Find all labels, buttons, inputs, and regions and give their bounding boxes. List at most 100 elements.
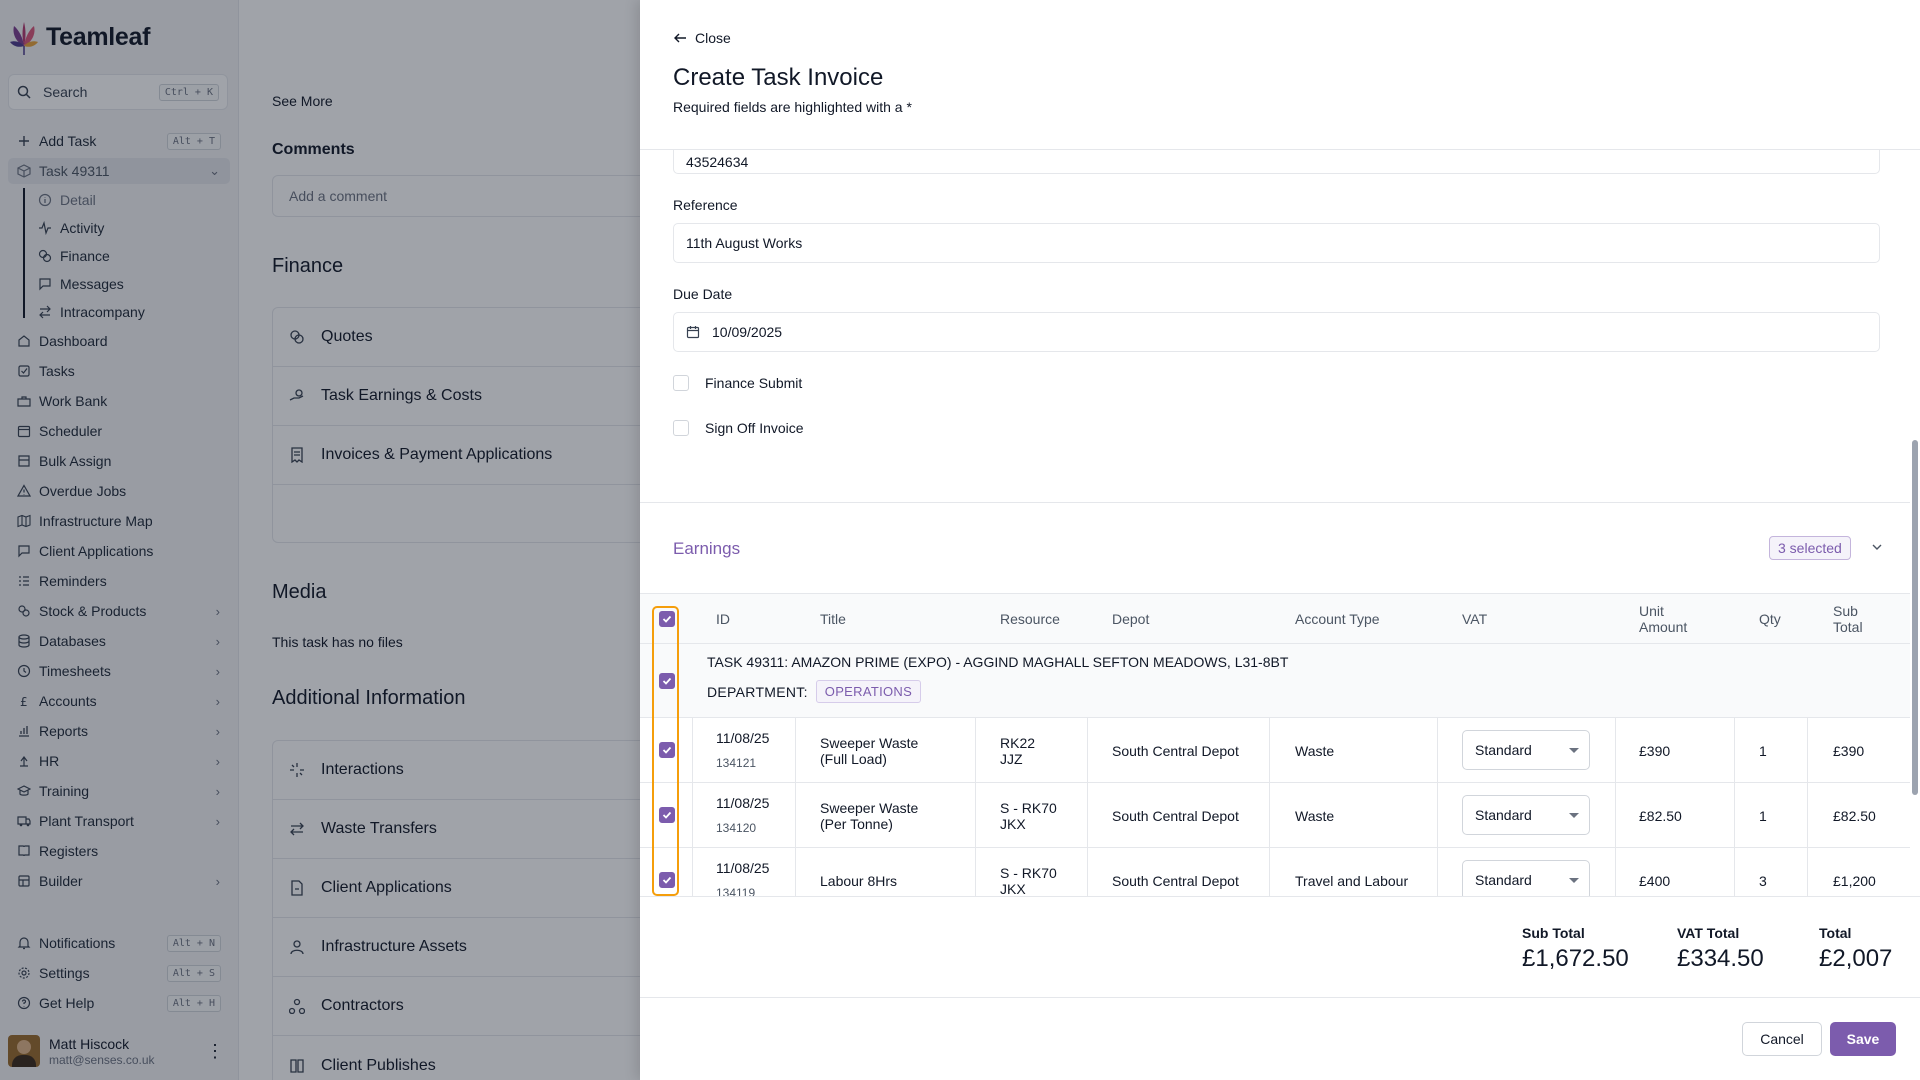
row-subtotal: £1,200: [1833, 873, 1876, 889]
save-button[interactable]: Save: [1830, 1022, 1896, 1056]
due-date-value: 10/09/2025: [712, 324, 783, 340]
cell-divider: [692, 848, 693, 896]
modal-backdrop[interactable]: [0, 0, 640, 1080]
cell-divider: [795, 783, 796, 847]
row-subtotal: £390: [1833, 743, 1865, 759]
vat-total-block: VAT Total £334.50: [1677, 925, 1764, 973]
finance-submit-box[interactable]: [673, 375, 689, 391]
row-resource-line2: JKX: [1000, 881, 1026, 896]
col-resource: Resource: [1000, 611, 1060, 627]
cell-divider: [1615, 718, 1616, 782]
reference-input[interactable]: 11th August Works: [673, 223, 1880, 263]
department-badge: OPERATIONS: [815, 680, 922, 703]
cell-divider: [975, 783, 976, 847]
col-unit-amount: Unit Amount: [1639, 603, 1687, 635]
row-date: 11/08/25: [716, 860, 770, 876]
partial-field[interactable]: 43524634: [673, 150, 1880, 174]
table-row[interactable]: 11/08/25 134120 Sweeper Waste (Per Tonne) S …: [640, 783, 1910, 848]
row-depot: South Central Depot: [1112, 808, 1239, 824]
row-unit-amount: £82.50: [1639, 808, 1682, 824]
cell-divider: [1734, 718, 1735, 782]
cell-divider: [1734, 783, 1735, 847]
cell-divider: [1734, 848, 1735, 896]
due-date-input[interactable]: 10/09/2025: [673, 312, 1880, 352]
subtotal-value: £1,672.50: [1522, 945, 1629, 972]
arrow-left-icon: [674, 33, 686, 43]
due-date-label: Due Date: [673, 286, 733, 302]
cell-divider: [1437, 718, 1438, 782]
caret-down-icon: [1569, 748, 1579, 753]
cell-divider: [692, 718, 693, 782]
vat-select-value: Standard: [1475, 872, 1532, 888]
selected-count-badge[interactable]: 3 selected: [1769, 536, 1851, 560]
earnings-heading: Earnings: [673, 539, 741, 558]
col-vat: VAT: [1462, 611, 1488, 627]
row-account-type: Waste: [1295, 743, 1335, 759]
vat-total-value: £334.50: [1677, 945, 1764, 972]
total-block: Total £2,007: [1819, 925, 1892, 973]
col-depot: Depot: [1112, 611, 1150, 627]
drawer-scroll-area[interactable]: 43524634 Reference 11th August Works Due…: [640, 150, 1910, 896]
vat-select[interactable]: Standard: [1462, 860, 1590, 896]
department-label: DEPARTMENT:: [707, 683, 808, 700]
col-title: Title: [820, 611, 846, 627]
scrollbar-thumb[interactable]: [1912, 440, 1918, 795]
vat-select[interactable]: Standard: [1462, 795, 1590, 835]
vat-select[interactable]: Standard: [1462, 730, 1590, 770]
drawer-subtitle: Required fields are highlighted with a *: [673, 99, 912, 115]
group-title: TASK 49311: AMAZON PRIME (EXPO) - AGGIND…: [707, 654, 1289, 670]
row-resource-line1: S - RK70: [1000, 800, 1057, 816]
cell-divider: [1807, 783, 1808, 847]
sign-off-checkbox[interactable]: Sign Off Invoice: [673, 420, 804, 436]
cell-divider: [975, 718, 976, 782]
cell-divider: [1807, 848, 1808, 896]
row-resource-line1: S - RK70: [1000, 865, 1057, 881]
sign-off-box[interactable]: [673, 420, 689, 436]
cell-divider: [1087, 783, 1088, 847]
row-title-line2: (Full Load): [820, 751, 887, 767]
sign-off-label: Sign Off Invoice: [705, 420, 804, 436]
total-label: Total: [1819, 925, 1852, 941]
drawer-title: Create Task Invoice: [673, 64, 884, 91]
section-divider: [640, 502, 1910, 503]
cell-divider: [1269, 783, 1270, 847]
cell-divider: [1437, 848, 1438, 896]
table-row[interactable]: 11/08/25 134121 Sweeper Waste (Full Load) RK…: [640, 718, 1910, 783]
row-resource-line1: RK22: [1000, 735, 1036, 751]
table-row[interactable]: 11/08/25 134119 Labour 8Hrs S - RK70 JKX Sout…: [640, 848, 1910, 896]
row-title-line1: Labour 8Hrs: [820, 873, 898, 889]
finance-submit-checkbox[interactable]: Finance Submit: [673, 375, 802, 391]
row-resource-line2: JKX: [1000, 816, 1026, 832]
cell-divider: [795, 718, 796, 782]
col-unit-line2: Amount: [1639, 619, 1688, 635]
cell-divider: [795, 848, 796, 896]
vat-total-label: VAT Total: [1677, 925, 1740, 941]
col-sub-line2: Total: [1833, 619, 1863, 635]
row-id: 134120: [716, 821, 757, 835]
row-title-line1: Sweeper Waste: [820, 800, 919, 816]
close-label: Close: [695, 30, 731, 46]
cell-divider: [1269, 718, 1270, 782]
caret-down-icon: [1569, 878, 1579, 883]
finance-submit-label: Finance Submit: [705, 375, 803, 391]
calendar-icon: [686, 326, 700, 339]
row-title-line2: (Per Tonne): [820, 816, 893, 832]
table-header: ID Title Resource Depot Account Type VAT…: [640, 593, 1910, 644]
row-resource-line2: JJZ: [1000, 751, 1023, 767]
vat-select-value: Standard: [1475, 807, 1532, 823]
group-row: TASK 49311: AMAZON PRIME (EXPO) - AGGIND…: [640, 644, 1910, 718]
cell-divider: [1087, 718, 1088, 782]
row-id: 134121: [716, 756, 757, 770]
close-button[interactable]: Close: [673, 30, 731, 46]
caret-down-icon: [1569, 813, 1579, 818]
reference-label: Reference: [673, 197, 738, 213]
col-unit-line1: Unit: [1639, 603, 1664, 619]
row-unit-amount: £390: [1639, 743, 1671, 759]
row-qty: 3: [1759, 873, 1767, 889]
row-account-type: Waste: [1295, 808, 1335, 824]
vat-select-value: Standard: [1475, 742, 1532, 758]
selection-highlight: [652, 606, 679, 896]
table-body: 11/08/25 134121 Sweeper Waste (Full Load) RK…: [640, 718, 1910, 896]
cancel-button[interactable]: Cancel: [1742, 1022, 1822, 1056]
chevron-down-icon[interactable]: [1870, 540, 1884, 554]
